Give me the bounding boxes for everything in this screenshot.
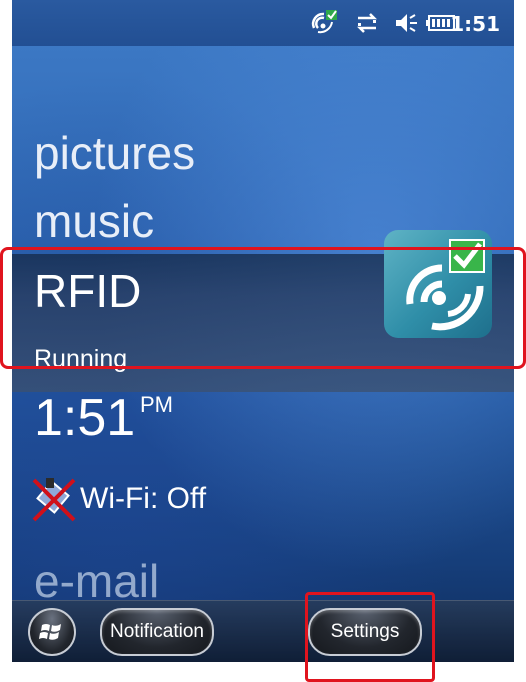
status-clock[interactable]: 1:51 (450, 12, 500, 36)
sync-arrows-icon[interactable] (354, 11, 380, 39)
rfid-signal-icon[interactable] (308, 8, 338, 42)
home-clock[interactable]: 1:51 (34, 392, 135, 444)
menu-item-pictures[interactable]: pictures (34, 130, 195, 176)
rfid-highlight-box (0, 247, 526, 369)
volume-icon[interactable] (392, 11, 420, 39)
status-bar: 1:51 (12, 0, 514, 46)
home-clock-ampm: PM (140, 392, 173, 417)
menu-item-music[interactable]: music (34, 198, 154, 244)
soft-key-bar (12, 600, 514, 662)
wifi-status[interactable]: Wi-Fi: Off (80, 482, 206, 516)
notification-button[interactable]: Notification (100, 608, 214, 656)
menu-item-email[interactable]: e-mail (34, 558, 159, 604)
windows-start-icon[interactable] (28, 608, 76, 656)
wifi-off-icon[interactable] (28, 474, 80, 524)
settings-highlight-box (305, 592, 435, 682)
